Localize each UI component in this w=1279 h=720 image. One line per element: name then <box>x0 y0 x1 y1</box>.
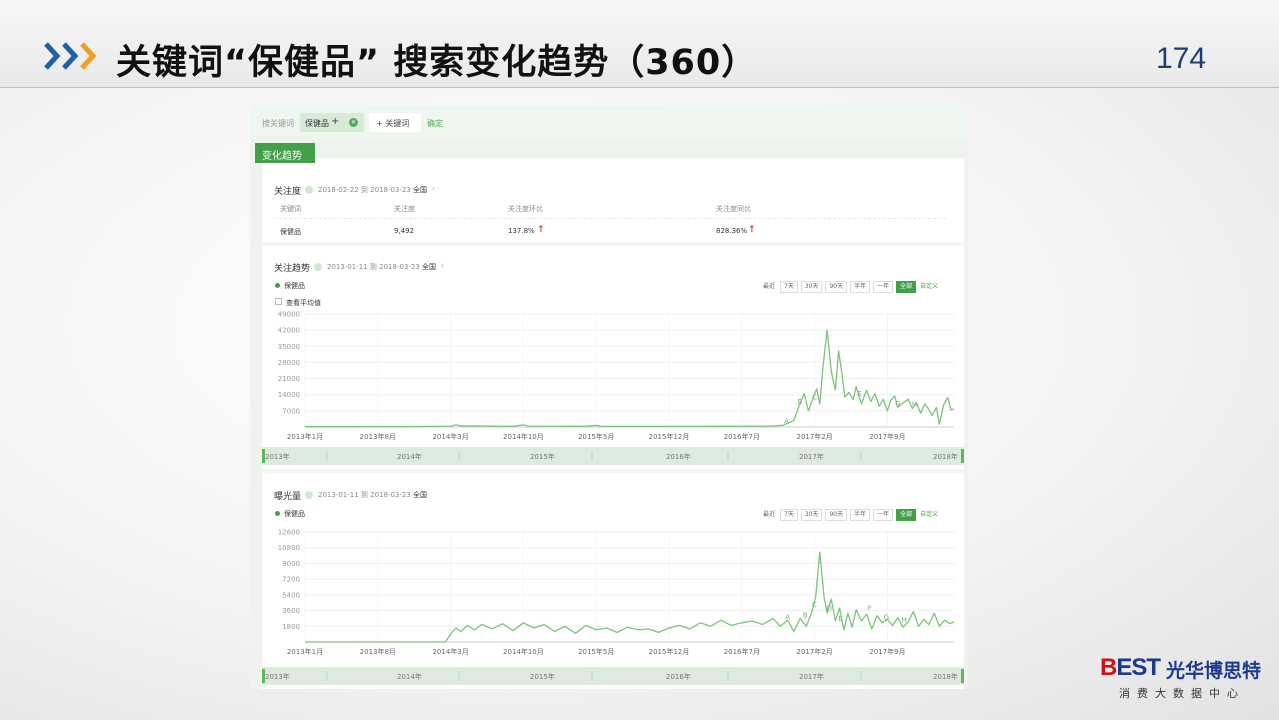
keyword-chip-label: 保健品 <box>305 119 329 128</box>
annotation-label: H <box>912 401 917 409</box>
triple-chevron-icon <box>44 42 97 70</box>
timeline-navigator <box>262 667 964 685</box>
annotation-label: C <box>812 393 817 401</box>
add-keyword-button[interactable]: + 关键词 <box>369 113 421 132</box>
keyword-bar-label: 搜关键词 <box>262 119 294 128</box>
y-tick-label: 10800 <box>278 544 300 552</box>
annotation-label: B <box>803 612 808 620</box>
confirm-button[interactable]: 确定 <box>427 118 443 129</box>
y-tick-label: 35000 <box>278 343 300 351</box>
close-circle-icon[interactable]: ✕ <box>349 118 358 127</box>
timeline-year-label: 2015年 <box>530 672 555 681</box>
annotation-label: F <box>868 605 872 613</box>
y-tick-label: 12600 <box>278 529 300 537</box>
timeline-year-label: 2013年 <box>265 672 290 681</box>
brand-mark: BEST <box>1100 654 1161 681</box>
x-tick-label: 2015年5月 <box>578 432 614 441</box>
trend-screenshot: 搜关键词 保健品 + ✕ + 关键词 确定 关注度 2018-02-22 到 2… <box>250 106 968 689</box>
slide-title: 关键词“保健品” 搜索变化趋势（360） <box>116 43 758 83</box>
timeline-year-label: 2016年 <box>666 452 691 461</box>
page-number: 174 <box>1156 42 1207 75</box>
x-tick-label: 2015年12月 <box>649 432 690 441</box>
timeline-year-label: 2016年 <box>666 672 691 681</box>
timeline-handle-right <box>961 669 964 683</box>
series-line <box>305 551 955 643</box>
y-tick-label: 7000 <box>282 407 300 415</box>
y-tick-label: 28000 <box>278 359 300 367</box>
annotation-label: G <box>884 613 889 621</box>
annotation-label: B <box>798 398 803 406</box>
trend-panel: 关注度 2018-02-22 到 2018-03-23 全国 › 关键词 关注度… <box>262 158 964 689</box>
annotation-label: E <box>838 615 842 623</box>
annotation-label: C <box>812 601 817 609</box>
brand-name: 光华博思特 <box>1166 660 1262 682</box>
line-charts: 70001400021000280003500042000490002013年1… <box>262 311 964 685</box>
y-tick-label: 7200 <box>282 576 300 584</box>
tab-trend[interactable]: 变化趋势 <box>255 143 315 163</box>
annotation-label: A <box>784 418 789 426</box>
brand-subtitle: 消费大数据中心 <box>1119 687 1245 700</box>
x-tick-label: 2017年2月 <box>796 432 832 441</box>
y-tick-label: 1800 <box>282 623 300 631</box>
x-tick-label: 2015年12月 <box>649 647 690 656</box>
y-tick-label: 49000 <box>278 311 300 319</box>
x-tick-label: 2013年8月 <box>360 647 396 656</box>
y-tick-label: 14000 <box>278 391 300 399</box>
y-tick-label: 3600 <box>282 607 300 615</box>
timeline-year-label: 2017年 <box>799 672 824 681</box>
x-tick-label: 2016年7月 <box>724 432 760 441</box>
x-tick-label: 2017年9月 <box>869 432 905 441</box>
timeline-year-label: 2015年 <box>530 452 555 461</box>
annotation-label: A <box>785 613 790 621</box>
x-tick-label: 2014年10月 <box>503 647 544 656</box>
timeline-year-label: 2014年 <box>397 672 422 681</box>
x-tick-label: 2016年7月 <box>724 647 760 656</box>
annotation-label: D <box>826 605 831 613</box>
y-tick-label: 9000 <box>282 560 300 568</box>
timeline-year-label: 2013年 <box>265 452 290 461</box>
x-tick-label: 2015年5月 <box>578 647 614 656</box>
x-tick-label: 2014年10月 <box>503 432 544 441</box>
y-tick-label: 42000 <box>278 327 300 335</box>
x-tick-label: 2017年9月 <box>869 647 905 656</box>
timeline-handle-right <box>961 449 964 463</box>
slide-header: 关键词“保健品” 搜索变化趋势（360） 174 <box>0 0 1279 88</box>
annotation-label: G <box>895 400 900 408</box>
timeline-navigator <box>262 447 964 465</box>
timeline-year-label: 2018年 <box>933 452 958 461</box>
x-tick-label: 2013年1月 <box>287 647 323 656</box>
timeline-year-label: 2017年 <box>799 452 824 461</box>
x-tick-label: 2017年2月 <box>796 647 832 656</box>
timeline-year-label: 2014年 <box>397 452 422 461</box>
x-tick-label: 2013年1月 <box>287 432 323 441</box>
keyword-chip[interactable]: 保健品 + ✕ <box>300 113 364 132</box>
annotation-label: E <box>857 390 861 398</box>
x-tick-label: 2014年3月 <box>432 432 468 441</box>
timeline-year-label: 2018年 <box>933 672 958 681</box>
x-tick-label: 2013年8月 <box>360 432 396 441</box>
annotation-label: H <box>901 616 906 624</box>
plus-icon[interactable]: + <box>331 116 339 127</box>
y-tick-label: 21000 <box>278 375 300 383</box>
y-tick-label: 5400 <box>282 591 300 599</box>
brand-logo: BEST 光华博思特 消费大数据中心 <box>1100 654 1265 704</box>
keyword-bar: 搜关键词 保健品 + ✕ + 关键词 确定 <box>250 106 968 139</box>
x-tick-label: 2014年3月 <box>432 647 468 656</box>
